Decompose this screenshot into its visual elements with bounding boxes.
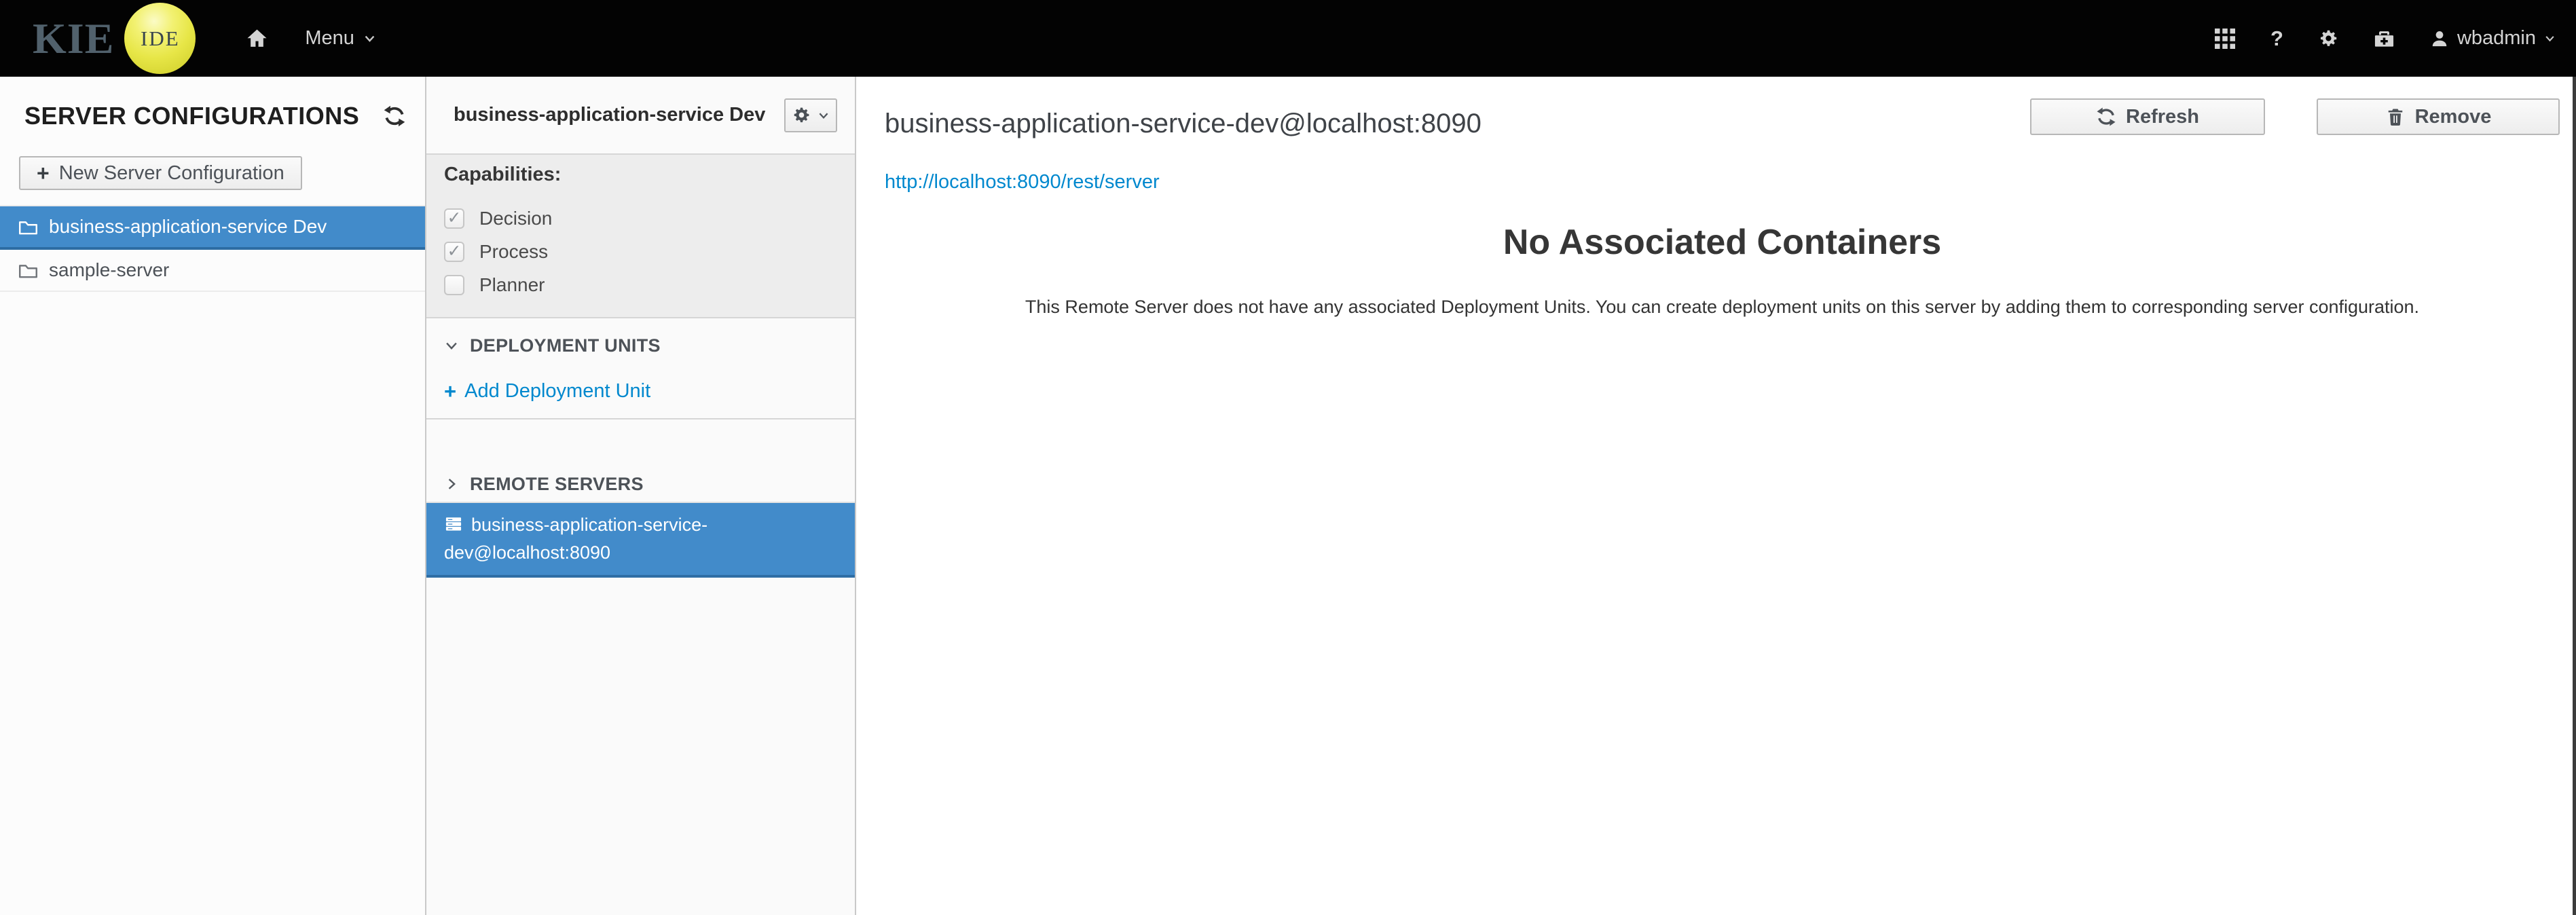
- empty-state-title: No Associated Containers: [1503, 223, 1942, 262]
- plus-icon: +: [444, 379, 457, 403]
- capability-label-process: Process: [479, 241, 549, 262]
- help-icon: ?: [2270, 26, 2283, 50]
- home-icon: [246, 27, 268, 50]
- apps-grid-icon: [2215, 28, 2235, 49]
- server-configurations-sidebar: SERVER CONFIGURATIONS + New Server Confi…: [0, 77, 426, 915]
- config-actions-dropdown[interactable]: [784, 98, 837, 132]
- chevron-down-icon: [444, 338, 459, 353]
- medkit-icon: [2374, 28, 2395, 49]
- remove-button-label: Remove: [2414, 105, 2492, 128]
- remote-server-title: business-application-service-dev@localho…: [885, 109, 1482, 138]
- capability-checkbox-planner[interactable]: ✓: [444, 275, 464, 295]
- refresh-icon: [2096, 107, 2116, 127]
- capability-label-decision: Decision: [479, 208, 553, 229]
- remote-servers-title: REMOTE SERVERS: [470, 473, 644, 494]
- remove-server-button[interactable]: Remove: [2317, 98, 2560, 135]
- menu-button[interactable]: Menu: [305, 27, 376, 50]
- remote-server-main: business-application-service-dev@localho…: [856, 77, 2576, 915]
- server-config-item-sample-server[interactable]: sample-server: [0, 250, 425, 292]
- refresh-configurations-button[interactable]: [383, 105, 406, 128]
- refresh-icon: [383, 105, 406, 128]
- menu-label: Menu: [305, 27, 354, 49]
- server-config-label: sample-server: [49, 259, 170, 280]
- gear-icon: [792, 106, 811, 124]
- plus-icon: +: [37, 161, 50, 185]
- folder-icon: [18, 260, 39, 281]
- empty-state-message: This Remote Server does not have any ass…: [1025, 297, 2420, 317]
- kie-logo-text: KIE: [33, 14, 115, 62]
- apps-launcher-button[interactable]: [2215, 28, 2235, 49]
- capability-label-planner: Planner: [479, 274, 545, 295]
- check-icon: ✓: [447, 241, 462, 261]
- deployment-units-title: DEPLOYMENT UNITS: [470, 335, 661, 356]
- settings-gear-icon: [2319, 29, 2338, 48]
- deployment-units-section: DEPLOYMENT UNITS + Add Deployment Unit: [426, 318, 855, 419]
- server-rest-url-link[interactable]: http://localhost:8090/rest/server: [885, 170, 1160, 193]
- capabilities-section: Capabilities: ✓ Decision ✓ Process ✓ Pla…: [426, 155, 855, 318]
- empty-state: No Associated Containers This Remote Ser…: [885, 221, 2560, 320]
- add-deployment-unit-label: Add Deployment Unit: [464, 379, 651, 402]
- username-label: wbadmin: [2457, 27, 2536, 49]
- new-server-configuration-label: New Server Configuration: [58, 162, 284, 184]
- add-deployment-unit-link[interactable]: + Add Deployment Unit: [444, 379, 650, 403]
- user-menu[interactable]: wbadmin: [2430, 27, 2556, 50]
- chevron-down-icon: [363, 32, 376, 45]
- refresh-button-label: Refresh: [2126, 105, 2199, 128]
- server-config-item-business-application-service-dev[interactable]: business-application-service Dev: [0, 206, 425, 250]
- server-heading-block: business-application-service-dev@localho…: [885, 98, 1482, 193]
- remote-server-item[interactable]: business-application-service-dev@localho…: [426, 503, 855, 578]
- refresh-server-button[interactable]: Refresh: [2030, 98, 2265, 135]
- remote-server-label: business-application-service-dev@localho…: [444, 515, 708, 563]
- kie-ide-logo: KIE IDE: [33, 0, 196, 77]
- server-configuration-list: business-application-service Dev sample-…: [0, 205, 425, 292]
- user-icon: [2430, 29, 2449, 48]
- server-icon: [444, 515, 463, 534]
- capability-row-process: ✓ Process: [444, 238, 837, 265]
- capability-row-planner: ✓ Planner: [444, 272, 837, 299]
- remote-servers-section: REMOTE SERVERS: [426, 472, 855, 503]
- sidebar-title: SERVER CONFIGURATIONS: [24, 102, 360, 130]
- server-actions: Refresh Remove: [2030, 98, 2560, 135]
- chevron-down-icon: [2544, 33, 2556, 44]
- capability-checkbox-process[interactable]: ✓: [444, 242, 464, 262]
- capabilities-label: Capabilities:: [444, 164, 562, 185]
- top-navbar: KIE IDE Menu ? wbadmin: [0, 0, 2576, 77]
- folder-icon: [18, 217, 39, 238]
- chevron-down-icon: [817, 109, 830, 122]
- settings-button[interactable]: [2319, 29, 2338, 48]
- capability-checkbox-decision[interactable]: ✓: [444, 208, 464, 229]
- config-title: business-application-service Dev: [454, 104, 766, 126]
- check-icon: ✓: [447, 208, 462, 227]
- admin-tools-button[interactable]: [2374, 28, 2395, 49]
- server-config-label: business-application-service Dev: [49, 216, 327, 237]
- capability-row-decision: ✓ Decision: [444, 205, 837, 232]
- help-button[interactable]: ?: [2270, 28, 2283, 49]
- navbar-utilities: ? wbadmin: [2179, 27, 2556, 50]
- trash-icon: [2385, 107, 2406, 127]
- window-edge: [2573, 77, 2576, 915]
- ide-logo-badge: IDE: [124, 3, 196, 74]
- home-button[interactable]: [246, 27, 268, 50]
- remote-servers-toggle[interactable]: REMOTE SERVERS: [444, 472, 837, 496]
- chevron-right-icon: [444, 477, 459, 491]
- deployment-units-toggle[interactable]: DEPLOYMENT UNITS: [444, 334, 837, 357]
- panel-spacer: [426, 419, 855, 472]
- server-config-detail-panel: business-application-service Dev Capabil…: [426, 77, 856, 915]
- new-server-configuration-button[interactable]: + New Server Configuration: [19, 156, 302, 190]
